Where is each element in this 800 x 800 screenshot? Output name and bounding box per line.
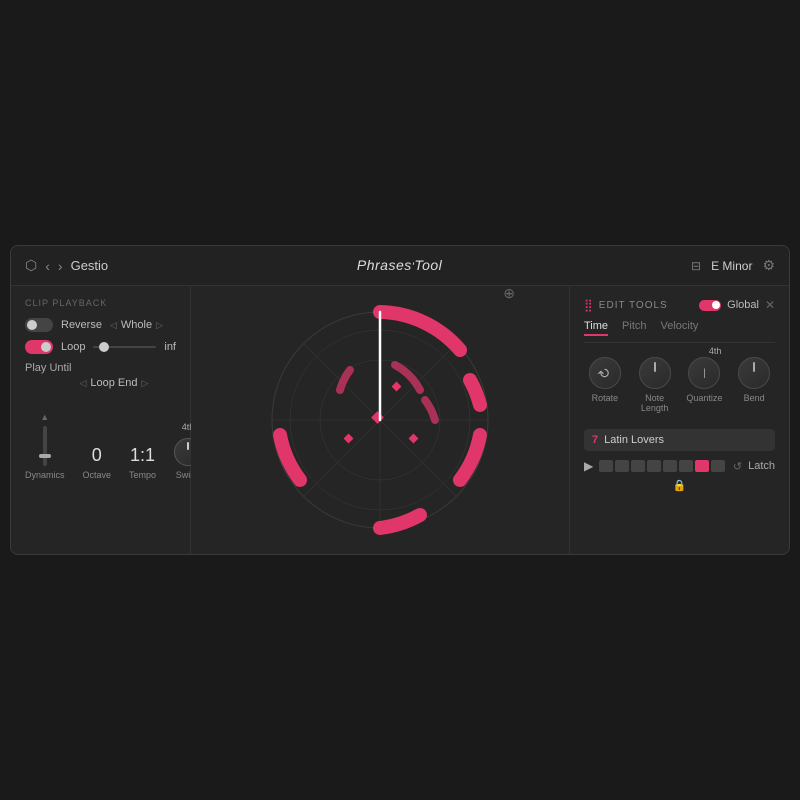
- nav-forward-button[interactable]: ›: [58, 258, 63, 274]
- tools-grid: ↻ Rotate Note Length 4th | Quantize: [584, 357, 775, 413]
- title-center: Phrases'Tool: [108, 257, 691, 275]
- tempo-control: 1:1 Tempo: [129, 445, 156, 480]
- lock-icon-row: 🔒: [584, 479, 775, 492]
- loop-toggle[interactable]: [25, 340, 53, 354]
- dynamics-fader-thumb[interactable]: [39, 454, 51, 458]
- note-length-label: Note Length: [634, 393, 676, 413]
- edit-tools-header: ⣿ EDIT TOOLS Global ✕: [584, 298, 775, 312]
- title-bar-left: ⬡ ‹ › Gestio: [25, 257, 108, 274]
- whole-control: ◁ Whole ▷: [110, 319, 163, 331]
- loop-end-control: ◁ Loop End ▷: [79, 377, 148, 389]
- reverse-toggle[interactable]: [25, 318, 53, 332]
- seq-block-6[interactable]: [679, 460, 693, 472]
- left-panel: CLIP PLAYBACK Reverse ◁ Whole ▷ Loop inf: [11, 286, 191, 554]
- tab-pitch[interactable]: Pitch: [622, 320, 646, 336]
- dynamics-label: Dynamics: [25, 470, 65, 480]
- tempo-label: Tempo: [129, 470, 156, 480]
- seq-block-2[interactable]: [615, 460, 629, 472]
- circle-container: ⊕: [265, 305, 495, 535]
- loop-end-arrow-right[interactable]: ▷: [142, 378, 149, 389]
- app-name-label: Gestio: [71, 258, 109, 273]
- main-content: CLIP PLAYBACK Reverse ◁ Whole ▷ Loop inf: [11, 286, 789, 554]
- dynamics-fader-track[interactable]: [43, 426, 47, 466]
- bottom-controls: ▲ Dynamics 0 Octave 1:1 Tempo: [25, 412, 176, 480]
- latch-label: Latch: [748, 460, 775, 472]
- dynamics-fader: [43, 426, 47, 466]
- global-label: Global: [727, 299, 759, 311]
- loop-row: Loop inf: [25, 340, 176, 354]
- clip-playback-label: CLIP PLAYBACK: [25, 298, 176, 308]
- seq-block-7[interactable]: [695, 460, 709, 472]
- sequencer-blocks: [599, 460, 727, 472]
- seq-block-4[interactable]: [647, 460, 661, 472]
- app-icon: ⬡: [25, 257, 37, 274]
- tab-time[interactable]: Time: [584, 320, 608, 336]
- circle-settings-icon[interactable]: ⊕: [503, 286, 515, 302]
- loop-icon[interactable]: ↺: [733, 460, 742, 473]
- plugin-title-main: Phrases: [357, 257, 412, 273]
- seq-block-8[interactable]: [711, 460, 725, 472]
- whole-arrow-right[interactable]: ▷: [156, 320, 163, 331]
- dynamics-up-arrow: ▲: [40, 412, 49, 422]
- bend-label: Bend: [744, 393, 765, 403]
- edit-tools-tabs: Time Pitch Velocity: [584, 320, 775, 343]
- phrase-selector[interactable]: 7 Latin Lovers: [584, 429, 775, 451]
- phrase-name: Latin Lovers: [604, 434, 767, 446]
- plugin-title: Phrases'Tool: [357, 257, 442, 273]
- loop-end-value: Loop End: [90, 377, 137, 389]
- center-panel: ⊕: [191, 286, 569, 554]
- save-icon[interactable]: ⊟: [691, 259, 701, 273]
- whole-value: Whole: [121, 319, 152, 331]
- lock-icon[interactable]: 🔒: [673, 479, 687, 492]
- edit-tools-text: EDIT TOOLS: [599, 300, 668, 311]
- seq-block-5[interactable]: [663, 460, 677, 472]
- title-bar: ⬡ ‹ › Gestio Phrases'Tool ⊟ E Minor ⚙: [11, 246, 789, 286]
- octave-value: 0: [92, 445, 102, 466]
- tool-rotate[interactable]: ↻ Rotate: [584, 357, 626, 413]
- tool-quantize[interactable]: 4th | Quantize: [684, 357, 726, 413]
- quantize-knob[interactable]: 4th |: [688, 357, 720, 389]
- reverse-label: Reverse: [61, 319, 102, 331]
- title-bar-right: ⊟ E Minor ⚙: [691, 257, 775, 274]
- seq-block-3[interactable]: [631, 460, 645, 472]
- loop-slider-value: inf: [164, 341, 176, 353]
- dynamics-control: ▲ Dynamics: [25, 412, 65, 480]
- close-button[interactable]: ✕: [765, 298, 775, 312]
- edit-tools-icon: ⣿: [584, 298, 594, 312]
- octave-label: Octave: [83, 470, 112, 480]
- play-button[interactable]: ▶: [584, 459, 593, 473]
- tempo-value: 1:1: [130, 445, 155, 466]
- tool-bend[interactable]: Bend: [733, 357, 775, 413]
- reverse-row: Reverse ◁ Whole ▷: [25, 318, 176, 332]
- tab-velocity[interactable]: Velocity: [661, 320, 699, 336]
- loop-slider-thumb[interactable]: [99, 342, 109, 352]
- nav-back-button[interactable]: ‹: [45, 258, 50, 274]
- octave-control: 0 Octave: [83, 445, 112, 480]
- plugin-title-end: Tool: [414, 257, 442, 273]
- bend-knob[interactable]: [738, 357, 770, 389]
- global-row: Global ✕: [699, 298, 775, 312]
- whole-arrow-left[interactable]: ◁: [110, 320, 117, 331]
- note-length-knob[interactable]: [639, 357, 671, 389]
- plugin-window: ⬡ ‹ › Gestio Phrases'Tool ⊟ E Minor ⚙ CL…: [10, 245, 790, 555]
- rotate-knob[interactable]: ↻: [589, 357, 621, 389]
- playback-row: ▶ ↺ Latch: [584, 459, 775, 473]
- play-until-label: Play Until: [25, 362, 71, 374]
- rotate-label: Rotate: [592, 393, 619, 403]
- loop-end-arrow-left[interactable]: ◁: [79, 378, 86, 389]
- tool-note-length[interactable]: Note Length: [634, 357, 676, 413]
- phrase-wheel[interactable]: [265, 305, 495, 535]
- global-toggle[interactable]: [699, 300, 721, 311]
- loop-slider[interactable]: [93, 346, 156, 348]
- key-display: E Minor: [711, 259, 752, 273]
- loop-label: Loop: [61, 341, 85, 353]
- play-until-row: Play Until ◁ Loop End ▷: [25, 362, 176, 404]
- seq-block-1[interactable]: [599, 460, 613, 472]
- settings-icon[interactable]: ⚙: [762, 257, 775, 274]
- phrase-number: 7: [592, 434, 598, 446]
- right-panel: ⣿ EDIT TOOLS Global ✕ Time Pitch Velocit…: [569, 286, 789, 554]
- quantize-label: Quantize: [686, 393, 722, 403]
- quantize-superscript: 4th: [709, 346, 722, 356]
- edit-tools-label: ⣿ EDIT TOOLS: [584, 298, 668, 312]
